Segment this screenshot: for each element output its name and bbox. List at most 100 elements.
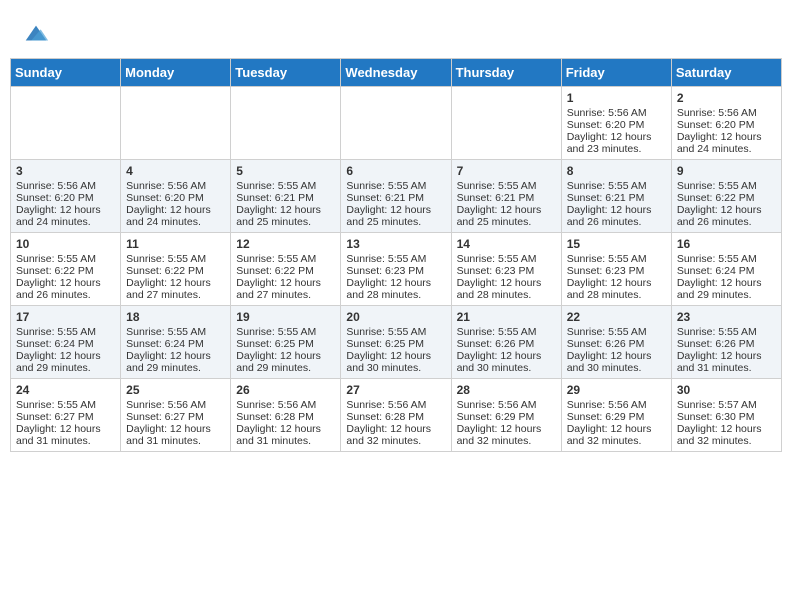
day-number: 21 [457,310,556,324]
day-number: 6 [346,164,445,178]
daylight-text: Daylight: 12 hours and 26 minutes. [16,277,115,301]
daylight-text: Daylight: 12 hours and 26 minutes. [677,204,776,228]
day-number: 13 [346,237,445,251]
day-number: 29 [567,383,666,397]
calendar-cell: 12Sunrise: 5:55 AMSunset: 6:22 PMDayligh… [231,233,341,306]
sunset-text: Sunset: 6:22 PM [236,265,335,277]
calendar-cell [451,87,561,160]
day-number: 5 [236,164,335,178]
day-number: 27 [346,383,445,397]
sunrise-text: Sunrise: 5:55 AM [236,180,335,192]
day-number: 16 [677,237,776,251]
daylight-text: Daylight: 12 hours and 29 minutes. [236,350,335,374]
calendar-cell: 15Sunrise: 5:55 AMSunset: 6:23 PMDayligh… [561,233,671,306]
daylight-text: Daylight: 12 hours and 29 minutes. [126,350,225,374]
day-number: 15 [567,237,666,251]
daylight-text: Daylight: 12 hours and 24 minutes. [677,131,776,155]
sunset-text: Sunset: 6:22 PM [677,192,776,204]
sunset-text: Sunset: 6:29 PM [457,411,556,423]
col-header-friday: Friday [561,59,671,87]
calendar-cell: 20Sunrise: 5:55 AMSunset: 6:25 PMDayligh… [341,306,451,379]
sunset-text: Sunset: 6:26 PM [457,338,556,350]
day-number: 9 [677,164,776,178]
daylight-text: Daylight: 12 hours and 32 minutes. [346,423,445,447]
calendar-cell: 27Sunrise: 5:56 AMSunset: 6:28 PMDayligh… [341,379,451,452]
sunrise-text: Sunrise: 5:55 AM [346,326,445,338]
daylight-text: Daylight: 12 hours and 24 minutes. [16,204,115,228]
calendar-cell: 29Sunrise: 5:56 AMSunset: 6:29 PMDayligh… [561,379,671,452]
daylight-text: Daylight: 12 hours and 30 minutes. [457,350,556,374]
calendar-cell: 1Sunrise: 5:56 AMSunset: 6:20 PMDaylight… [561,87,671,160]
calendar-week-row: 24Sunrise: 5:55 AMSunset: 6:27 PMDayligh… [11,379,782,452]
day-number: 22 [567,310,666,324]
calendar-cell [231,87,341,160]
sunrise-text: Sunrise: 5:55 AM [126,326,225,338]
col-header-tuesday: Tuesday [231,59,341,87]
day-number: 12 [236,237,335,251]
sunset-text: Sunset: 6:23 PM [346,265,445,277]
sunset-text: Sunset: 6:29 PM [567,411,666,423]
sunrise-text: Sunrise: 5:55 AM [457,253,556,265]
daylight-text: Daylight: 12 hours and 27 minutes. [236,277,335,301]
calendar-week-row: 10Sunrise: 5:55 AMSunset: 6:22 PMDayligh… [11,233,782,306]
sunrise-text: Sunrise: 5:55 AM [346,253,445,265]
sunset-text: Sunset: 6:22 PM [126,265,225,277]
calendar-week-row: 1 Sunrise: 5:56 AMSunset: 6:20 PM Daylight… [11,87,782,160]
calendar-cell: 9 Sunrise: 5:55 AMSunset: 6:22 PMDaylight… [671,160,781,233]
day-number: 20 [346,310,445,324]
day-number: 4 [126,164,225,178]
sunset-text: Sunset: 6:30 PM [677,411,776,423]
calendar-cell: 4Sunrise: 5:56 AMSunset: 6:20 PMDaylight… [121,160,231,233]
sunset-text: Sunset: 6:20 PM [126,192,225,204]
daylight-text: Daylight: 12 hours and 25 minutes. [346,204,445,228]
daylight-text: Daylight: 12 hours and 29 minutes. [677,277,776,301]
sunset-text: Sunset: 6:20 PM [567,119,666,131]
calendar-cell: 14Sunrise: 5:55 AMSunset: 6:23 PMDayligh… [451,233,561,306]
daylight-text: Daylight: 12 hours and 31 minutes. [677,350,776,374]
day-number: 18 [126,310,225,324]
calendar-week-row: 17Sunrise: 5:55 AMSunset: 6:24 PMDayligh… [11,306,782,379]
calendar-cell: 24Sunrise: 5:55 AMSunset: 6:27 PMDayligh… [11,379,121,452]
sunrise-text: Sunrise: 5:55 AM [677,180,776,192]
sunset-text: Sunset: 6:21 PM [346,192,445,204]
sunrise-text: Sunrise: 5:55 AM [457,180,556,192]
daylight-text: Daylight: 12 hours and 31 minutes. [126,423,225,447]
calendar-cell: 21Sunrise: 5:55 AMSunset: 6:26 PMDayligh… [451,306,561,379]
col-header-sunday: Sunday [11,59,121,87]
col-header-monday: Monday [121,59,231,87]
daylight-text: Daylight: 12 hours and 25 minutes. [236,204,335,228]
calendar-header-row: SundayMondayTuesdayWednesdayThursdayFrid… [11,59,782,87]
day-number: 1 [567,91,666,105]
daylight-text: Daylight: 12 hours and 28 minutes. [567,277,666,301]
sunrise-text: Sunrise: 5:56 AM [126,399,225,411]
sunrise-text: Sunrise: 5:56 AM [567,399,666,411]
sunrise-text: Sunrise: 5:56 AM [457,399,556,411]
page-header [10,10,782,54]
sunrise-text: Sunrise: 5:55 AM [16,399,115,411]
sunset-text: Sunset: 6:25 PM [346,338,445,350]
day-number: 25 [126,383,225,397]
sunrise-text: Sunrise: 5:56 AM [236,399,335,411]
sunrise-text: Sunrise: 5:55 AM [236,326,335,338]
calendar-cell [121,87,231,160]
logo-icon [22,20,50,48]
sunrise-text: Sunrise: 5:55 AM [16,326,115,338]
day-number: 10 [16,237,115,251]
calendar-cell: 13Sunrise: 5:55 AMSunset: 6:23 PMDayligh… [341,233,451,306]
daylight-text: Daylight: 12 hours and 26 minutes. [567,204,666,228]
day-number: 28 [457,383,556,397]
calendar-cell: 28Sunrise: 5:56 AMSunset: 6:29 PMDayligh… [451,379,561,452]
sunset-text: Sunset: 6:27 PM [126,411,225,423]
day-number: 24 [16,383,115,397]
sunrise-text: Sunrise: 5:56 AM [567,107,666,119]
sunset-text: Sunset: 6:23 PM [567,265,666,277]
sunset-text: Sunset: 6:21 PM [567,192,666,204]
sunset-text: Sunset: 6:26 PM [677,338,776,350]
sunrise-text: Sunrise: 5:56 AM [346,399,445,411]
day-number: 26 [236,383,335,397]
sunset-text: Sunset: 6:20 PM [16,192,115,204]
calendar-cell [11,87,121,160]
day-number: 7 [457,164,556,178]
day-number: 2 [677,91,776,105]
calendar-cell: 17Sunrise: 5:55 AMSunset: 6:24 PMDayligh… [11,306,121,379]
